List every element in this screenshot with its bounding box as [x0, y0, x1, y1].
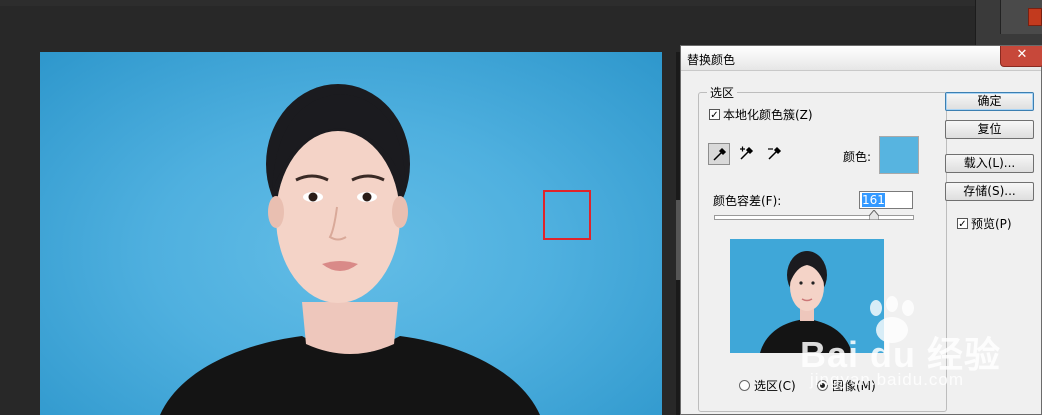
sample-area-marker [543, 190, 591, 240]
localized-clusters-checkbox[interactable]: ✓ [709, 109, 720, 121]
localized-clusters-label: 本地化颜色簇(Z) [723, 108, 813, 122]
fuzziness-slider-thumb[interactable] [869, 210, 880, 220]
radio-image-label: 图像(M) [832, 379, 876, 393]
color-label: 颜色: [843, 150, 872, 164]
eyedropper-minus-icon[interactable] [764, 143, 786, 165]
fuzziness-label: 颜色容差(F): [713, 194, 782, 208]
reset-button[interactable]: 复位 [945, 120, 1034, 139]
replace-color-dialog: 替换颜色 ✕ 选区 ✓ 本地化颜色簇(Z) 颜色: 颜色容差(F): 161 选… [680, 45, 1042, 415]
radio-selection[interactable] [739, 380, 750, 391]
panel-red-icon[interactable] [1028, 8, 1042, 26]
selection-preview [730, 239, 884, 353]
save-button[interactable]: 存储(S)... [945, 182, 1034, 201]
ok-button[interactable]: 确定 [945, 92, 1034, 111]
options-bar [0, 0, 975, 6]
preview-label: 预览(P) [971, 217, 1012, 231]
eyedropper-plus-icon[interactable] [736, 143, 758, 165]
dialog-title: 替换颜色 [687, 53, 736, 67]
close-button[interactable]: ✕ [1000, 46, 1042, 67]
radio-selection-label: 选区(C) [754, 379, 796, 393]
fuzziness-slider-track[interactable] [714, 215, 914, 220]
radio-image[interactable] [817, 380, 828, 391]
eyedropper-icon[interactable] [708, 143, 730, 165]
selected-color-swatch[interactable] [879, 136, 919, 174]
load-button[interactable]: 载入(L)... [945, 154, 1034, 173]
selection-group-label: 选区 [707, 84, 738, 101]
fuzziness-value: 161 [862, 193, 885, 207]
preview-checkbox[interactable]: ✓ [957, 218, 968, 230]
dialog-titlebar[interactable]: 替换颜色 ✕ [681, 46, 1042, 71]
fuzziness-input[interactable]: 161 [859, 191, 913, 209]
